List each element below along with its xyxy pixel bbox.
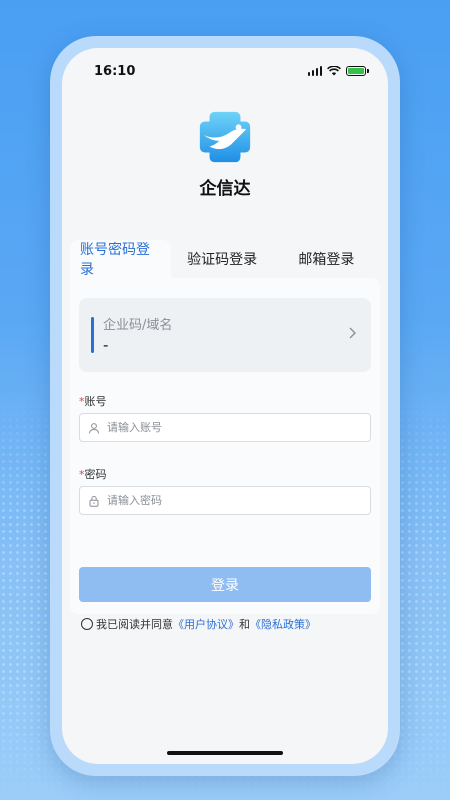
phone-screen: 16:10 企信达 账号密码登录 验证码登录 邮箱登录 企业码/域名 - *账号… (62, 48, 388, 764)
company-label: 企业码/域名 (103, 318, 173, 333)
home-indicator (167, 751, 283, 755)
status-time: 16:10 (94, 63, 136, 79)
account-label: *账号 (79, 395, 107, 408)
phone-frame: 16:10 企信达 账号密码登录 验证码登录 邮箱登录 企业码/域名 - *账号… (50, 36, 400, 776)
battery-icon (346, 66, 369, 76)
battery-level (348, 68, 364, 74)
agreement-row: 我已阅读并同意 《用户协议》 和 《隐私政策》 (81, 616, 316, 632)
login-button[interactable]: 登录 (79, 567, 371, 602)
privacy-policy-link[interactable]: 《隐私政策》 (250, 616, 316, 632)
tab-password-login[interactable]: 账号密码登录 (70, 240, 172, 278)
account-field[interactable] (79, 413, 371, 442)
cellular-signal-icon (307, 66, 322, 76)
account-input[interactable] (107, 421, 327, 434)
status-bar: 16:10 (62, 48, 388, 88)
app-name: 企信达 (199, 179, 251, 199)
user-icon (89, 422, 99, 434)
lock-icon (89, 495, 99, 507)
company-accent-bar (91, 317, 94, 353)
app-logo-icon (199, 111, 251, 163)
login-tabs: 账号密码登录 验证码登录 邮箱登录 (70, 240, 380, 278)
agreement-text: 我已阅读并同意 (96, 618, 173, 631)
user-agreement-link[interactable]: 《用户协议》 (173, 616, 239, 632)
app-header: 企信达 (62, 108, 388, 199)
login-form: 企业码/域名 - *账号 *密码 (70, 278, 380, 631)
company-value: - (103, 336, 109, 354)
company-code-selector[interactable]: 企业码/域名 - (79, 298, 371, 372)
password-input[interactable] (107, 494, 327, 507)
wifi-icon (327, 66, 341, 76)
agreement-conjunction: 和 (239, 618, 250, 631)
tab-email-login[interactable]: 邮箱登录 (273, 240, 380, 278)
status-icons (307, 66, 369, 76)
password-label: *密码 (79, 468, 107, 481)
tab-code-login[interactable]: 验证码登录 (171, 240, 272, 278)
password-field[interactable] (79, 486, 371, 515)
agree-checkbox[interactable] (81, 618, 93, 630)
chevron-right-icon (349, 327, 356, 339)
